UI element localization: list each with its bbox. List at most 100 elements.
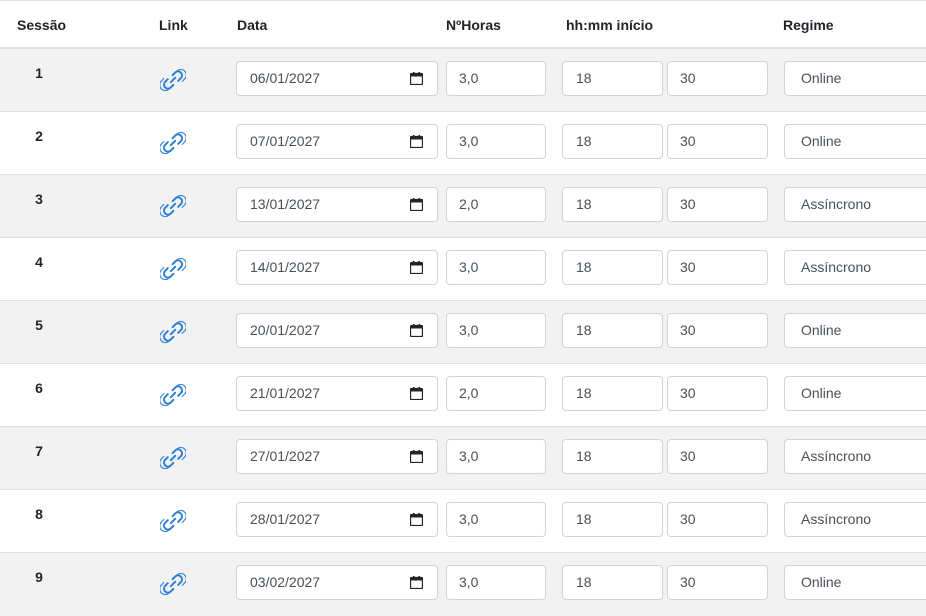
session-link[interactable]: [160, 571, 186, 597]
regime-select[interactable]: Assíncrono: [784, 439, 926, 474]
hours-input[interactable]: 3,0: [446, 502, 546, 537]
date-input[interactable]: 13/01/2027: [236, 187, 438, 222]
regime-select[interactable]: Assíncrono: [784, 250, 926, 285]
session-link[interactable]: [160, 256, 186, 282]
calendar-icon[interactable]: [410, 261, 423, 274]
start-hour-input[interactable]: 18: [562, 250, 663, 285]
start-hour-input[interactable]: 18: [562, 124, 663, 159]
header-data: Data: [237, 17, 268, 33]
date-value: 06/01/2027: [250, 70, 321, 86]
session-number: 8: [35, 506, 43, 522]
session-link[interactable]: [160, 445, 186, 471]
regime-select[interactable]: Online: [784, 376, 926, 411]
regime-select[interactable]: Assíncrono: [784, 502, 926, 537]
session-link[interactable]: [160, 319, 186, 345]
start-minute-input[interactable]: 30: [667, 565, 768, 600]
session-link[interactable]: [160, 67, 186, 93]
link-icon: [160, 256, 186, 282]
date-input[interactable]: 14/01/2027: [236, 250, 438, 285]
regime-select[interactable]: Online: [784, 124, 926, 159]
date-input[interactable]: 07/01/2027: [236, 124, 438, 159]
calendar-icon[interactable]: [410, 72, 423, 85]
table-row: 2 07/01/2027 3,0 18 30 Online: [0, 112, 926, 175]
link-icon: [160, 382, 186, 408]
header-link: Link: [159, 17, 188, 33]
start-minute-input[interactable]: 30: [667, 313, 768, 348]
date-input[interactable]: 28/01/2027: [236, 502, 438, 537]
date-value: 14/01/2027: [250, 259, 321, 275]
session-number: 3: [35, 191, 43, 207]
hours-input[interactable]: 3,0: [446, 250, 546, 285]
date-value: 21/01/2027: [250, 385, 321, 401]
session-number: 2: [35, 128, 43, 144]
calendar-icon[interactable]: [410, 576, 423, 589]
header-horas: NºHoras: [446, 17, 501, 33]
hours-input[interactable]: 3,0: [446, 439, 546, 474]
link-icon: [160, 319, 186, 345]
hours-input[interactable]: 3,0: [446, 61, 546, 96]
date-input[interactable]: 03/02/2027: [236, 565, 438, 600]
calendar-icon[interactable]: [410, 198, 423, 211]
start-hour-input[interactable]: 18: [562, 61, 663, 96]
date-value: 28/01/2027: [250, 511, 321, 527]
hours-input[interactable]: 3,0: [446, 124, 546, 159]
date-value: 03/02/2027: [250, 574, 321, 590]
session-link[interactable]: [160, 382, 186, 408]
calendar-icon[interactable]: [410, 513, 423, 526]
session-number: 5: [35, 317, 43, 333]
hours-input[interactable]: 2,0: [446, 187, 546, 222]
link-icon: [160, 67, 186, 93]
start-minute-input[interactable]: 30: [667, 61, 768, 96]
calendar-icon[interactable]: [410, 450, 423, 463]
calendar-icon[interactable]: [410, 324, 423, 337]
date-input[interactable]: 27/01/2027: [236, 439, 438, 474]
start-hour-input[interactable]: 18: [562, 187, 663, 222]
session-number: 4: [35, 254, 43, 270]
table-row: 9 03/02/2027 3,0 18 30 Online: [0, 553, 926, 616]
session-number: 7: [35, 443, 43, 459]
date-value: 07/01/2027: [250, 133, 321, 149]
start-minute-input[interactable]: 30: [667, 376, 768, 411]
date-value: 20/01/2027: [250, 322, 321, 338]
table-row: 7 27/01/2027 3,0 18 30 Assíncrono: [0, 427, 926, 490]
calendar-icon[interactable]: [410, 135, 423, 148]
date-input[interactable]: 06/01/2027: [236, 61, 438, 96]
hours-input[interactable]: 3,0: [446, 565, 546, 600]
table-header: Sessão Link Data NºHoras hh:mm início Re…: [0, 1, 926, 49]
regime-select[interactable]: Assíncrono: [784, 187, 926, 222]
table-row: 3 13/01/2027 2,0 18 30 Assíncrono: [0, 175, 926, 238]
calendar-icon[interactable]: [410, 387, 423, 400]
header-sessao: Sessão: [17, 17, 67, 33]
link-icon: [160, 130, 186, 156]
session-number: 1: [35, 65, 43, 81]
date-value: 13/01/2027: [250, 196, 321, 212]
regime-select[interactable]: Online: [784, 313, 926, 348]
hours-input[interactable]: 3,0: [446, 313, 546, 348]
start-minute-input[interactable]: 30: [667, 502, 768, 537]
session-number: 9: [35, 569, 43, 585]
session-link[interactable]: [160, 193, 186, 219]
regime-select[interactable]: Online: [784, 61, 926, 96]
link-icon: [160, 508, 186, 534]
start-hour-input[interactable]: 18: [562, 439, 663, 474]
table-row: 4 14/01/2027 3,0 18 30 Assíncrono: [0, 238, 926, 301]
table-body: 1 06/01/2027 3,0 18 30 Online 2 07/01/20…: [0, 49, 926, 616]
session-number: 6: [35, 380, 43, 396]
table-row: 5 20/01/2027 3,0 18 30 Online: [0, 301, 926, 364]
hours-input[interactable]: 2,0: [446, 376, 546, 411]
start-minute-input[interactable]: 30: [667, 124, 768, 159]
session-link[interactable]: [160, 130, 186, 156]
start-hour-input[interactable]: 18: [562, 376, 663, 411]
start-minute-input[interactable]: 30: [667, 439, 768, 474]
header-regime: Regime: [783, 17, 834, 33]
regime-select[interactable]: Online: [784, 565, 926, 600]
start-minute-input[interactable]: 30: [667, 250, 768, 285]
session-link[interactable]: [160, 508, 186, 534]
link-icon: [160, 571, 186, 597]
start-hour-input[interactable]: 18: [562, 502, 663, 537]
date-input[interactable]: 20/01/2027: [236, 313, 438, 348]
date-input[interactable]: 21/01/2027: [236, 376, 438, 411]
start-minute-input[interactable]: 30: [667, 187, 768, 222]
start-hour-input[interactable]: 18: [562, 565, 663, 600]
start-hour-input[interactable]: 18: [562, 313, 663, 348]
